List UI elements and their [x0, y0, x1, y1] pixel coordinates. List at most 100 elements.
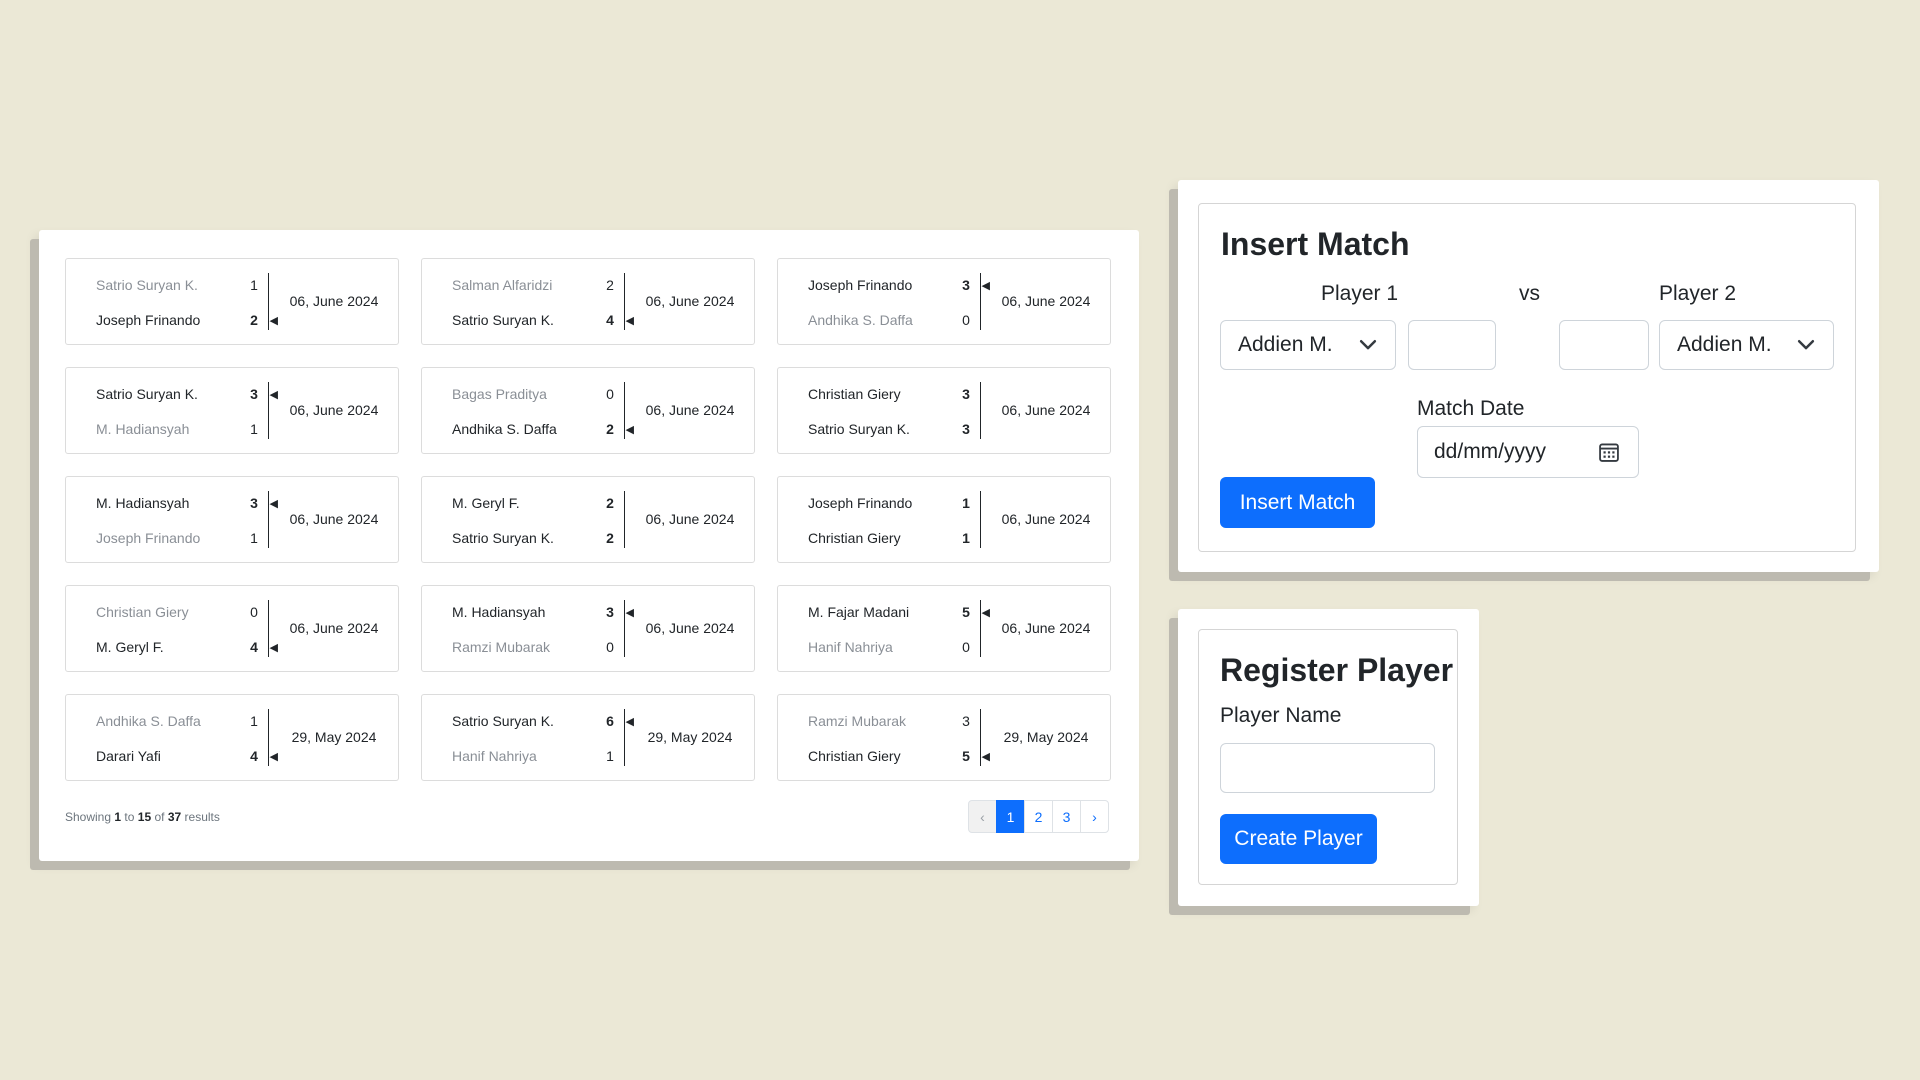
player-score: 1 [962, 495, 970, 511]
match-date: 29, May 2024 [1003, 729, 1089, 745]
player-one-row: Ramzi Mubarak 3 [808, 711, 990, 731]
pagination-next-button[interactable]: › [1080, 800, 1109, 833]
match-divider [980, 709, 981, 766]
player-one-row: Joseph Frinando 1 [808, 493, 990, 513]
player-one-row: Christian Giery 0 [96, 602, 278, 622]
insert-match-title: Insert Match [1221, 226, 1410, 262]
pagination-page-2[interactable]: 2 [1024, 800, 1053, 833]
match-date-input[interactable]: dd/mm/yyyy [1417, 426, 1639, 478]
player-one-row: Joseph Frinando 3 ◀ [808, 275, 990, 295]
player-score: 4 [250, 748, 258, 764]
player1-selected-value: Addien M. [1238, 333, 1333, 356]
register-player-card: Register Player Player Name Create Playe… [1198, 629, 1458, 885]
results-prefix: Showing [65, 810, 112, 824]
player-name: Christian Giery [808, 748, 901, 764]
player-score: 3 [962, 386, 970, 402]
match-card: Joseph Frinando 3 ◀ Andhika S. Daffa 0 06, Ju… [777, 258, 1111, 345]
player-name: Hanif Nahriya [808, 639, 893, 655]
player-score: 1 [250, 277, 258, 293]
create-player-button[interactable]: Create Player [1220, 814, 1377, 864]
results-from: 1 [114, 810, 122, 824]
player-one-row: M. Fajar Madani 5 ◀ [808, 602, 990, 622]
player-score: 0 [250, 604, 258, 620]
match-card: M. Fajar Madani 5 ◀ Hanif Nahriya 0 06, June … [777, 585, 1111, 672]
player-score: 0 [606, 386, 614, 402]
player2-score-input[interactable] [1559, 320, 1649, 370]
player1-select[interactable]: Addien M. [1220, 320, 1396, 370]
player-two-row: M. Hadiansyah 1 [96, 419, 278, 439]
player-name: Satrio Suryan K. [808, 421, 910, 437]
chevron-down-icon [1359, 340, 1377, 350]
match-date: 06, June 2024 [645, 620, 735, 636]
player-name: Andhika S. Daffa [808, 312, 913, 328]
match-date: 06, June 2024 [289, 511, 379, 527]
match-divider [980, 491, 981, 548]
winner-arrow-icon: ◀ [981, 279, 990, 292]
player-score: 4 [250, 639, 258, 655]
match-card: M. Hadiansyah 3 ◀ Joseph Frinando 1 06, June … [65, 476, 399, 563]
match-divider [980, 382, 981, 439]
player-one-row: Satrio Suryan K. 3 ◀ [96, 384, 278, 404]
match-divider [624, 382, 625, 439]
player-name: Satrio Suryan K. [96, 277, 198, 293]
player-name: M. Hadiansyah [96, 495, 190, 511]
player-one-row: M. Geryl F. 2 [452, 493, 634, 513]
player-two-row: Andhika S. Daffa 0 [808, 310, 990, 330]
match-grid: Satrio Suryan K. 1 Joseph Frinando 2 ◀ 06, Ju… [65, 258, 1112, 781]
match-divider [268, 709, 269, 766]
player-score: 1 [250, 713, 258, 729]
winner-arrow-icon: ◀ [269, 497, 278, 510]
player-name: Andhika S. Daffa [96, 713, 201, 729]
match-card: Andhika S. Daffa 1 Darari Yafi 4 ◀ 29, May 20… [65, 694, 399, 781]
player-name: Christian Giery [808, 386, 901, 402]
match-card: Satrio Suryan K. 6 ◀ Hanif Nahriya 1 29, May … [421, 694, 755, 781]
winner-arrow-icon: ◀ [981, 750, 990, 763]
matches-panel: Satrio Suryan K. 1 Joseph Frinando 2 ◀ 06, Ju… [39, 230, 1139, 861]
match-card: M. Geryl F. 2 Satrio Suryan K. 2 06, June 20… [421, 476, 755, 563]
player-score: 2 [606, 530, 614, 546]
winner-arrow-icon: ◀ [981, 606, 990, 619]
match-divider [268, 491, 269, 548]
player-one-row: Satrio Suryan K. 1 [96, 275, 278, 295]
player-two-row: Andhika S. Daffa 2 ◀ [452, 419, 634, 439]
results-to-word: to [124, 810, 135, 824]
player-name: Darari Yafi [96, 748, 161, 764]
match-card: Bagas Praditya 0 Andhika S. Daffa 2 ◀ 06, Jun… [421, 367, 755, 454]
player-score: 2 [250, 312, 258, 328]
insert-match-button[interactable]: Insert Match [1220, 477, 1375, 528]
match-divider [980, 600, 981, 657]
calendar-icon[interactable] [1598, 441, 1620, 463]
match-card: Ramzi Mubarak 3 Christian Giery 5 ◀ 29, May 2… [777, 694, 1111, 781]
pagination-page-1[interactable]: 1 [996, 800, 1025, 833]
winner-arrow-icon: ◀ [269, 641, 278, 654]
player-one-row: Christian Giery 3 [808, 384, 990, 404]
player-one-row: Andhika S. Daffa 1 [96, 711, 278, 731]
insert-match-card: Insert Match Player 1 vs Player 2 Addien… [1198, 203, 1856, 552]
register-player-title: Register Player [1220, 652, 1454, 688]
player-name: Satrio Suryan K. [452, 713, 554, 729]
player-score: 1 [250, 530, 258, 546]
results-of-word: of [154, 810, 165, 824]
results-total: 37 [167, 810, 182, 824]
match-date: 06, June 2024 [289, 293, 379, 309]
match-date: 06, June 2024 [645, 511, 735, 527]
player-name: Satrio Suryan K. [96, 386, 198, 402]
player-two-row: Joseph Frinando 2 ◀ [96, 310, 278, 330]
player-name: M. Geryl F. [96, 639, 164, 655]
player-two-row: Christian Giery 5 ◀ [808, 746, 990, 766]
match-date: 06, June 2024 [645, 293, 735, 309]
player-name: Satrio Suryan K. [452, 312, 554, 328]
pagination-page-3[interactable]: 3 [1052, 800, 1081, 833]
register-player-panel: Register Player Player Name Create Playe… [1178, 609, 1479, 906]
player2-select[interactable]: Addien M. [1659, 320, 1834, 370]
pagination-prev-button[interactable]: ‹ [968, 800, 997, 833]
player1-score-input[interactable] [1408, 320, 1496, 370]
player-two-row: Satrio Suryan K. 4 ◀ [452, 310, 634, 330]
player-score: 4 [606, 312, 614, 328]
match-date: 06, June 2024 [1001, 511, 1091, 527]
match-card: Satrio Suryan K. 3 ◀ M. Hadiansyah 1 06, June… [65, 367, 399, 454]
player-name-input[interactable] [1220, 743, 1435, 793]
player-score: 3 [250, 495, 258, 511]
player-name: M. Hadiansyah [452, 604, 546, 620]
match-divider [624, 491, 625, 548]
